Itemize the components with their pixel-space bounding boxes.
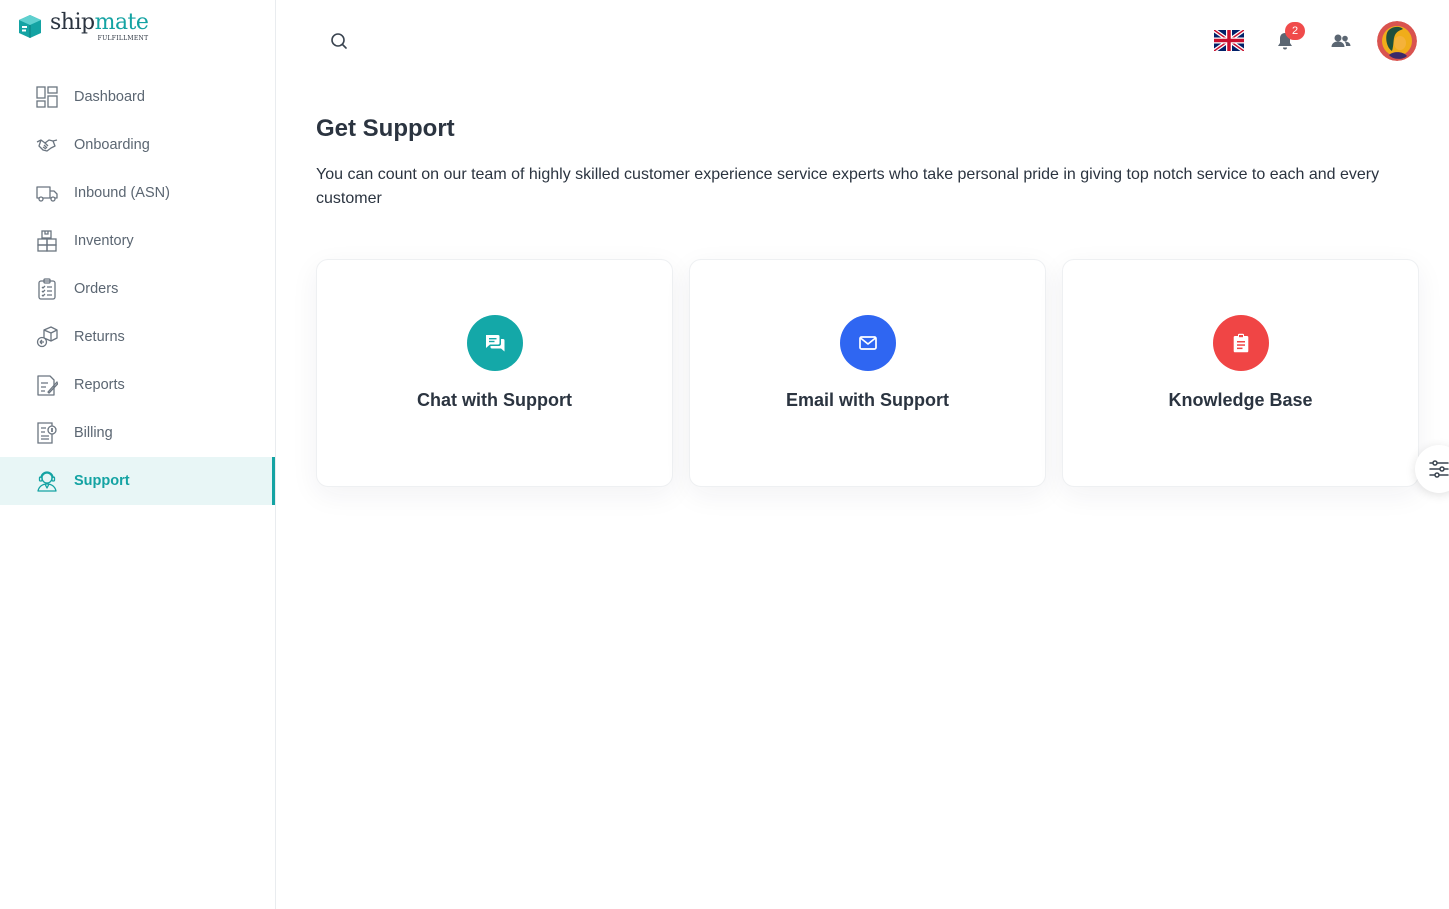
sidebar-item-reports[interactable]: Reports — [0, 361, 275, 409]
card-label: Chat with Support — [417, 390, 572, 410]
sidebar-item-label: Onboarding — [74, 137, 150, 153]
sidebar-nav: Dashboard Onboarding Inbound (ASN) Inven… — [0, 73, 275, 505]
sidebar-item-orders[interactable]: Orders — [0, 265, 275, 313]
sliders-icon — [1429, 460, 1449, 478]
sidebar-item-label: Support — [74, 473, 130, 489]
sidebar-item-inbound[interactable]: Inbound (ASN) — [0, 169, 275, 217]
clipboard-icon — [36, 278, 58, 300]
users-icon[interactable] — [1330, 30, 1352, 52]
shipmate-logo[interactable]: shipmate FULFILLMENT — [16, 10, 149, 42]
logo-text-ship: ship — [50, 10, 95, 35]
chat-support-card[interactable]: Chat with Support — [316, 259, 673, 487]
chat-icon — [467, 315, 523, 371]
email-support-card[interactable]: Email with Support — [689, 259, 1046, 487]
sidebar-item-returns[interactable]: Returns — [0, 313, 275, 361]
sidebar-item-label: Billing — [74, 425, 113, 441]
mail-icon — [840, 315, 896, 371]
sidebar-item-label: Returns — [74, 329, 125, 345]
dashboard-icon — [36, 86, 58, 108]
notification-badge: 2 — [1285, 22, 1305, 40]
card-label: Email with Support — [785, 390, 949, 410]
support-agent-icon — [36, 470, 58, 492]
sidebar-item-label: Inventory — [74, 233, 134, 249]
report-icon — [36, 374, 58, 396]
handshake-icon — [36, 134, 58, 156]
sidebar-item-label: Inbound (ASN) — [74, 185, 170, 201]
sidebar-item-label: Orders — [74, 281, 119, 297]
sidebar: shipmate FULFILLMENT Dashboard Onboardin… — [0, 0, 276, 909]
customizer-toggle[interactable] — [1415, 445, 1449, 493]
card-label: Knowledge Base — [1168, 390, 1313, 410]
avatar[interactable] — [1377, 21, 1417, 61]
clipboard-text-icon — [1213, 315, 1269, 371]
truck-icon — [36, 182, 58, 204]
logo-text-mate: mate — [94, 10, 149, 35]
uk-flag-icon[interactable] — [1212, 28, 1246, 53]
sidebar-item-billing[interactable]: Billing — [0, 409, 275, 457]
sidebar-item-inventory[interactable]: Inventory — [0, 217, 275, 265]
sidebar-item-label: Reports — [74, 377, 125, 393]
box-logo-icon — [19, 15, 41, 38]
page-description: You can count on our team of highly skil… — [316, 166, 1380, 207]
sidebar-item-onboarding[interactable]: Onboarding — [0, 121, 275, 169]
sidebar-item-support[interactable]: Support — [0, 457, 275, 505]
logo-subtitle: FULFILLMENT — [97, 35, 149, 42]
boxes-icon — [36, 230, 58, 252]
page-title: Get Support — [316, 115, 455, 142]
sidebar-item-dashboard[interactable]: Dashboard — [0, 73, 275, 121]
top-bar: 2 — [276, 0, 1449, 82]
invoice-icon — [36, 422, 58, 444]
sidebar-item-label: Dashboard — [74, 89, 145, 105]
return-box-icon — [36, 326, 58, 348]
knowledge-base-card[interactable]: Knowledge Base — [1062, 259, 1419, 487]
search-icon[interactable] — [328, 30, 350, 52]
